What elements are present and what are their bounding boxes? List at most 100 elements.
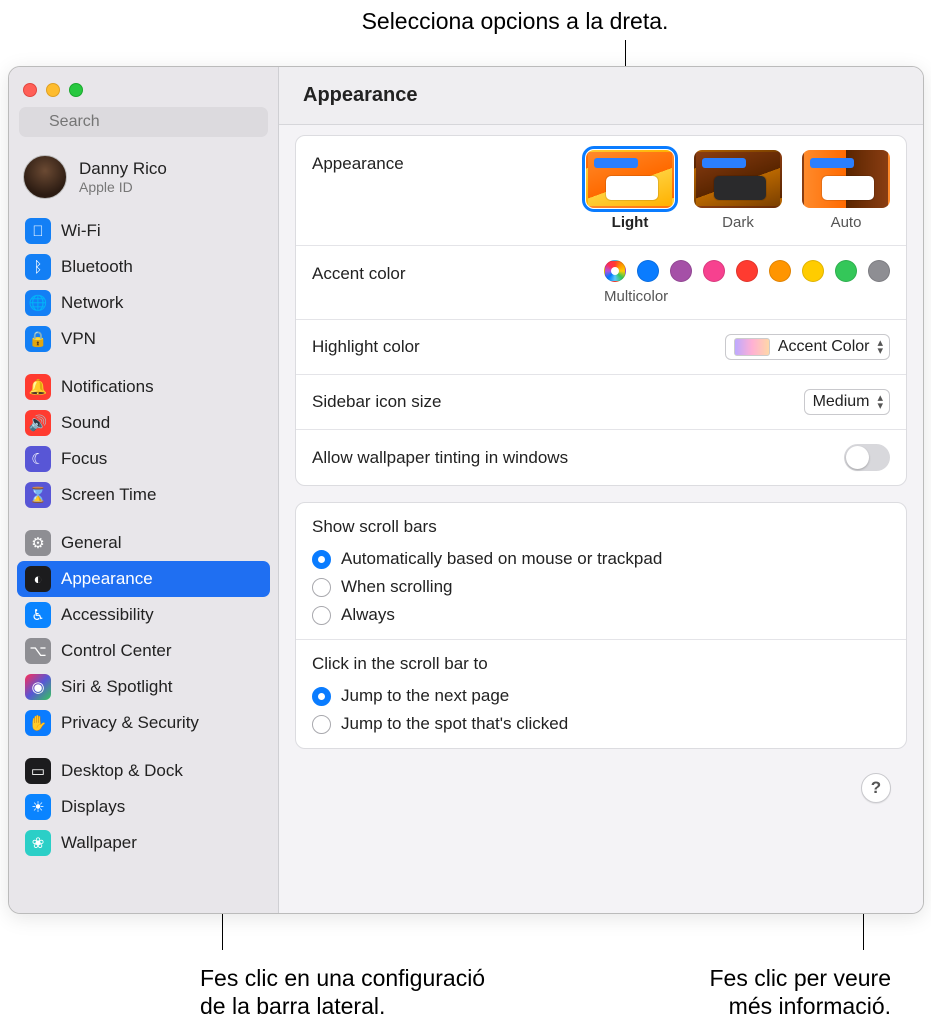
bell-icon: 🔔 <box>25 374 51 400</box>
scroll-panel: Show scroll bars Automatically based on … <box>295 502 907 749</box>
wallpaper-tinting-row: Allow wallpaper tinting in windows <box>296 430 906 485</box>
sidebar-item-control-center[interactable]: ⌥ Control Center <box>17 633 270 669</box>
accent-swatch-orange[interactable] <box>769 260 791 282</box>
hourglass-icon: ⌛ <box>25 482 51 508</box>
vpn-icon: 🔒 <box>25 326 51 352</box>
minimize-button[interactable] <box>46 83 60 97</box>
accent-swatch-red[interactable] <box>736 260 758 282</box>
search-input[interactable] <box>19 107 268 137</box>
bluetooth-icon: ᛒ <box>25 254 51 280</box>
select-value: Accent Color <box>778 338 870 356</box>
sidebar: Danny Rico Apple ID 􀙇 Wi-Fi ᛒ Bluetooth 🌐N… <box>9 67 279 913</box>
siri-icon: ◉ <box>25 674 51 700</box>
radio-label: Always <box>341 605 395 625</box>
accent-swatch-yellow[interactable] <box>802 260 824 282</box>
main-content: Appearance Appearance Light Dark <box>279 67 923 913</box>
row-label: Accent color <box>312 260 406 284</box>
apple-id-row[interactable]: Danny Rico Apple ID <box>9 147 278 213</box>
accent-swatch-purple[interactable] <box>670 260 692 282</box>
callout-bottom-left: Fes clic en una configuració de la barra… <box>200 964 485 1022</box>
chevron-updown-icon: ▴▾ <box>877 339 883 355</box>
scroll-option-when-scrolling[interactable]: When scrolling <box>312 577 890 597</box>
callout-line <box>625 40 626 68</box>
avatar <box>23 155 67 199</box>
sidebar-item-label: Control Center <box>61 641 172 661</box>
row-label: Allow wallpaper tinting in windows <box>312 448 568 468</box>
sidebar-item-wifi[interactable]: 􀙇 Wi-Fi <box>17 213 270 249</box>
radio-label: Automatically based on mouse or trackpad <box>341 549 662 569</box>
sidebar-item-label: Wi-Fi <box>61 221 101 241</box>
sidebar-item-wallpaper[interactable]: ❀Wallpaper <box>17 825 270 861</box>
sidebar-item-appearance[interactable]: ◐Appearance <box>17 561 270 597</box>
accent-swatch-multicolor[interactable] <box>604 260 626 282</box>
sidebar-item-label: Focus <box>61 449 107 469</box>
sidebar-icon-size-select[interactable]: Medium ▴▾ <box>804 389 890 415</box>
sidebar-item-bluetooth[interactable]: ᛒ Bluetooth <box>17 249 270 285</box>
accent-caption: Multicolor <box>604 288 668 305</box>
appearance-option-auto[interactable]: Auto <box>802 150 890 231</box>
gear-icon: ⚙ <box>25 530 51 556</box>
appearance-option-dark[interactable]: Dark <box>694 150 782 231</box>
gradient-chip-icon <box>734 338 770 356</box>
sidebar-item-privacy-security[interactable]: ✋Privacy & Security <box>17 705 270 741</box>
click-option-spot[interactable]: Jump to the spot that's clicked <box>312 714 890 734</box>
sidebar-item-label: Accessibility <box>61 605 154 625</box>
highlight-color-row: Highlight color Accent Color ▴▾ <box>296 320 906 375</box>
appearance-panel: Appearance Light Dark Auto <box>295 135 907 486</box>
window-controls <box>9 75 278 105</box>
sidebar-item-general[interactable]: ⚙General <box>17 525 270 561</box>
highlight-color-select[interactable]: Accent Color ▴▾ <box>725 334 890 360</box>
wifi-icon: 􀙇 <box>25 218 51 244</box>
accent-color-control: Multicolor <box>604 260 890 305</box>
accent-swatch-green[interactable] <box>835 260 857 282</box>
sidebar-item-label: Privacy & Security <box>61 713 199 733</box>
callout-text: Fes clic per veure <box>709 964 891 993</box>
wallpaper-tinting-toggle[interactable] <box>844 444 890 471</box>
sidebar-item-displays[interactable]: ☀Displays <box>17 789 270 825</box>
scroll-option-auto[interactable]: Automatically based on mouse or trackpad <box>312 549 890 569</box>
radio-icon <box>312 687 331 706</box>
sidebar-item-siri-spotlight[interactable]: ◉ Siri & Spotlight <box>17 669 270 705</box>
appearance-icon: ◐ <box>25 566 51 592</box>
click-scroll-bar-group: Click in the scroll bar to Jump to the n… <box>296 640 906 748</box>
sidebar-item-focus[interactable]: ☾ Focus <box>17 441 270 477</box>
accent-swatch-pink[interactable] <box>703 260 725 282</box>
accent-color-row: Accent color <box>296 246 906 320</box>
sidebar-item-label: Siri & Spotlight <box>61 677 173 697</box>
click-option-next-page[interactable]: Jump to the next page <box>312 686 890 706</box>
group-title: Show scroll bars <box>312 517 890 537</box>
accent-swatch-blue[interactable] <box>637 260 659 282</box>
sidebar-item-screen-time[interactable]: ⌛ Screen Time <box>17 477 270 513</box>
radio-icon <box>312 715 331 734</box>
sidebar-item-accessibility[interactable]: ♿︎Accessibility <box>17 597 270 633</box>
sidebar-item-sound[interactable]: 🔊Sound <box>17 405 270 441</box>
chevron-updown-icon: ▴▾ <box>877 394 883 410</box>
sidebar-item-network[interactable]: 🌐Network <box>17 285 270 321</box>
sidebar-item-label: Notifications <box>61 377 154 397</box>
sidebar-item-notifications[interactable]: 🔔 Notifications <box>17 369 270 405</box>
appearance-option-light[interactable]: Light <box>586 150 674 231</box>
sidebar-item-desktop-dock[interactable]: ▭Desktop & Dock <box>17 753 270 789</box>
moon-icon: ☾ <box>25 446 51 472</box>
sidebar-item-vpn[interactable]: 🔒VPN <box>17 321 270 357</box>
switches-icon: ⌥ <box>25 638 51 664</box>
show-scroll-bars-group: Show scroll bars Automatically based on … <box>296 503 906 640</box>
sidebar-item-label: Bluetooth <box>61 257 133 277</box>
radio-icon <box>312 606 331 625</box>
content-scroll: Appearance Light Dark Auto <box>279 125 923 781</box>
accent-swatch-gray[interactable] <box>868 260 890 282</box>
row-label: Appearance <box>312 150 404 174</box>
callout-bottom-right: Fes clic per veure més informació. <box>709 964 891 1022</box>
scroll-option-always[interactable]: Always <box>312 605 890 625</box>
radio-icon <box>312 550 331 569</box>
sidebar-group: 🔔 Notifications 🔊Sound ☾ Focus ⌛ Screen Tim… <box>17 369 270 513</box>
close-button[interactable] <box>23 83 37 97</box>
user-info: Danny Rico Apple ID <box>79 159 167 195</box>
sidebar-group: 􀙇 Wi-Fi ᛒ Bluetooth 🌐Network 🔒VPN <box>17 213 270 357</box>
sidebar-item-label: Screen Time <box>61 485 156 505</box>
group-title: Click in the scroll bar to <box>312 654 890 674</box>
sidebar-item-label: Sound <box>61 413 110 433</box>
maximize-button[interactable] <box>69 83 83 97</box>
help-button[interactable]: ? <box>861 773 891 803</box>
callout-top: Selecciona opcions a la dreta. <box>235 8 795 35</box>
